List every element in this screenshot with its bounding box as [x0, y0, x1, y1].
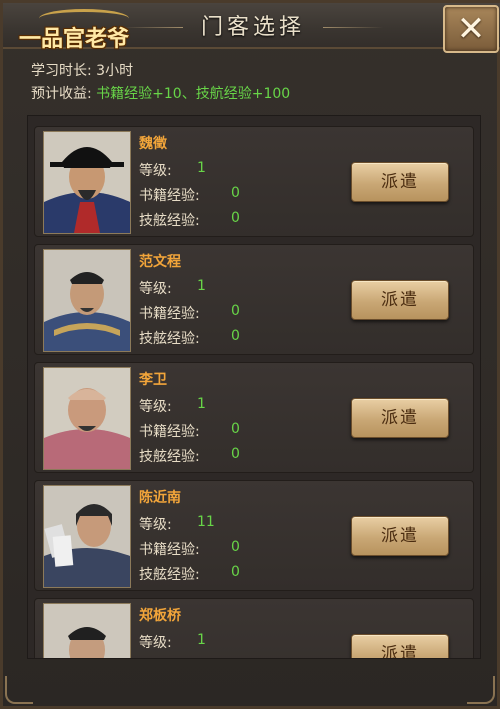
level-value: 11: [197, 514, 215, 530]
dialog-frame: 门客选择 一品官老爷 ✕ 学习时长: 3小时 预计收益: 书籍经验+10、技航经…: [0, 0, 500, 709]
book-exp-value: 0: [231, 421, 240, 437]
skill-exp-label: 技舷经验:: [139, 331, 200, 347]
book-exp-label: 书籍经验:: [139, 424, 200, 440]
retainer-name: 范文程: [139, 254, 181, 270]
expected-reward-label: 预计收益:: [31, 86, 92, 102]
book-exp-value: 0: [231, 539, 240, 555]
level-label: 等级:: [139, 163, 172, 179]
level-value: 1: [197, 396, 206, 412]
retainer-card: 魏徵 等级: 1 书籍经验: 0 技舷经验: 0 派遣: [34, 126, 474, 237]
retainer-name: 郑板桥: [139, 608, 181, 624]
expected-reward: 预计收益: 书籍经验+10、技航经验+100: [31, 83, 290, 103]
retainer-card: 李卫 等级: 1 书籍经验: 0 技舷经验: 0 派遣: [34, 362, 474, 473]
retainer-card: 陈近南 等级: 11 书籍经验: 0 技舷经验: 0 派遣: [34, 480, 474, 591]
dispatch-button[interactable]: 派遣: [351, 162, 449, 202]
retainer-list[interactable]: 魏徵 等级: 1 书籍经验: 0 技舷经验: 0 派遣 范文程 等级: 1 书籍…: [27, 115, 481, 659]
skill-exp-value: 0: [231, 210, 240, 226]
book-exp-label: 书籍经验:: [139, 306, 200, 322]
retainer-portrait: [43, 485, 131, 588]
retainer-name: 李卫: [139, 372, 167, 388]
dispatch-button[interactable]: 派遣: [351, 398, 449, 438]
retainer-card: 郑板桥 等级: 1 派遣: [34, 598, 474, 658]
frame-corner-decoration: [467, 676, 495, 704]
dispatch-button[interactable]: 派遣: [351, 516, 449, 556]
skill-exp-value: 0: [231, 328, 240, 344]
dialog-title: 门客选择: [200, 15, 305, 40]
skill-exp-value: 0: [231, 564, 240, 580]
game-logo-text: 一品官老爷: [19, 26, 130, 52]
level-value: 1: [197, 160, 206, 176]
retainer-portrait: [43, 367, 131, 470]
expected-reward-value: 书籍经验+10、技航经验+100: [96, 86, 291, 102]
retainer-name: 陈近南: [139, 490, 181, 506]
book-exp-label: 书籍经验:: [139, 542, 200, 558]
skill-exp-label: 技舷经验:: [139, 213, 200, 229]
retainer-portrait: [43, 131, 131, 234]
skill-exp-label: 技舷经验:: [139, 567, 200, 583]
game-logo: 一品官老爷: [9, 7, 155, 55]
retainer-portrait: [43, 603, 131, 658]
title-decoration-right: [323, 27, 383, 28]
level-label: 等级:: [139, 399, 172, 415]
retainer-card: 范文程 等级: 1 书籍经验: 0 技舷经验: 0 派遣: [34, 244, 474, 355]
retainer-name: 魏徵: [139, 136, 167, 152]
study-duration: 学习时长: 3小时: [31, 60, 133, 80]
level-label: 等级:: [139, 635, 172, 651]
level-value: 1: [197, 632, 206, 648]
level-label: 等级:: [139, 281, 172, 297]
level-label: 等级:: [139, 517, 172, 533]
book-exp-value: 0: [231, 303, 240, 319]
skill-exp-label: 技舷经验:: [139, 449, 200, 465]
skill-exp-value: 0: [231, 446, 240, 462]
dispatch-button[interactable]: 派遣: [351, 280, 449, 320]
close-icon: ✕: [456, 9, 486, 49]
book-exp-label: 书籍经验:: [139, 188, 200, 204]
study-duration-value: 3小时: [96, 63, 134, 79]
retainer-portrait: [43, 249, 131, 352]
level-value: 1: [197, 278, 206, 294]
close-button[interactable]: ✕: [443, 5, 499, 53]
dispatch-button[interactable]: 派遣: [351, 634, 449, 658]
book-exp-value: 0: [231, 185, 240, 201]
study-duration-label: 学习时长:: [31, 63, 92, 79]
frame-corner-decoration: [5, 676, 33, 704]
